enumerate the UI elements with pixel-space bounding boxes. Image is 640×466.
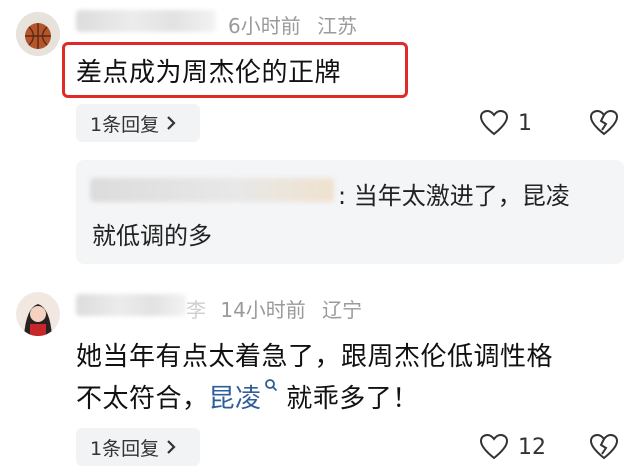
reply-text-line2: 就低调的多 xyxy=(92,222,212,250)
dislike-button[interactable] xyxy=(589,433,619,464)
comment-time: 6小时前 江苏 xyxy=(228,10,357,39)
broken-heart-icon xyxy=(589,433,619,460)
heart-icon xyxy=(480,110,508,136)
username-blurred[interactable] xyxy=(76,10,216,32)
dislike-button[interactable] xyxy=(589,109,619,140)
broken-heart-icon xyxy=(589,109,619,136)
like-button[interactable]: 12 xyxy=(480,434,546,460)
view-replies-button[interactable]: 1条回复 xyxy=(76,104,200,142)
comment-text: 差点成为周杰伦的正牌 xyxy=(76,58,342,88)
reply-text-line1: : 当年太激进了，昆凌 xyxy=(338,182,570,210)
comment-time-text: 14小时前 xyxy=(220,298,306,322)
search-icon xyxy=(264,379,277,392)
like-count: 1 xyxy=(518,110,532,136)
comment-text-prefix: 不太符合， xyxy=(76,384,209,414)
view-replies-button[interactable]: 1条回复 xyxy=(76,428,200,466)
comment-location: 辽宁 xyxy=(322,298,363,322)
comment-text-line1: 她当年有点太着急了，跟周杰伦低调性格 xyxy=(76,342,554,372)
heart-icon xyxy=(480,434,508,460)
like-count: 12 xyxy=(518,434,546,460)
reply-username-blurred[interactable] xyxy=(90,178,334,202)
view-replies-label: 1条回复 xyxy=(90,437,160,460)
avatar[interactable] xyxy=(16,292,60,336)
comment-text-suffix: 就乖多了！ xyxy=(277,384,419,414)
comment-time-text: 6小时前 xyxy=(228,14,301,38)
girl-avatar-icon xyxy=(16,292,60,336)
like-button[interactable]: 1 xyxy=(480,110,532,136)
chevron-right-icon xyxy=(167,116,176,130)
avatar[interactable] xyxy=(16,12,60,56)
basketball-avatar-icon xyxy=(16,12,60,56)
view-replies-label: 1条回复 xyxy=(90,113,160,136)
comment-location: 江苏 xyxy=(317,14,358,38)
username-blurred[interactable] xyxy=(76,294,186,316)
comment-text-line2: 不太符合，昆凌 就乖多了！ xyxy=(76,378,419,415)
username-suffix: 李 xyxy=(186,298,206,322)
chevron-right-icon xyxy=(167,440,176,454)
comment-time: 李 14小时前 辽宁 xyxy=(186,294,362,323)
search-link[interactable]: 昆凌 xyxy=(208,379,278,414)
search-link-label: 昆凌 xyxy=(208,384,262,414)
